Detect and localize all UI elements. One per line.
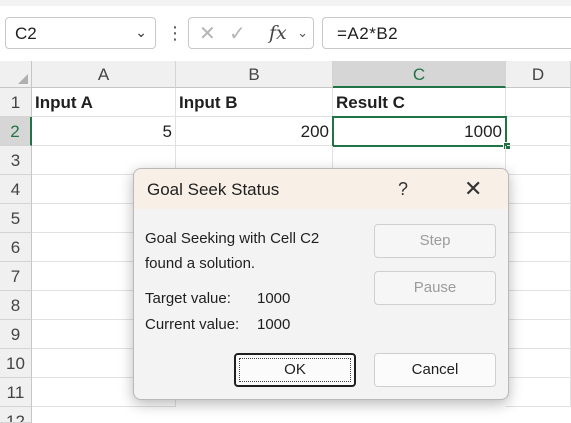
pause-button[interactable]: Pause (374, 271, 496, 305)
cell-d7[interactable] (506, 262, 571, 291)
current-value-row: Current value: 1000 (145, 316, 290, 333)
row-header-1[interactable]: 1 (0, 88, 32, 117)
chevron-down-icon[interactable]: ⌄ (297, 25, 308, 41)
formula-bar-area: C2 ⌄ ⋮ ✕ ✓ fx ⌄ =A2*B2 (0, 0, 571, 61)
cell-b2[interactable]: 200 (176, 117, 333, 146)
row-header-11[interactable]: 11 (0, 378, 32, 407)
more-options-icon[interactable]: ⋮ (166, 18, 184, 48)
enter-entry-icon[interactable]: ✓ (229, 21, 246, 46)
row-header-4[interactable]: 4 (0, 175, 32, 204)
cell-a2[interactable]: 5 (32, 117, 176, 146)
select-all-icon (18, 74, 28, 84)
focus-ring (239, 358, 351, 382)
row-header-2[interactable]: 2 (0, 117, 32, 146)
cell-d3[interactable] (506, 146, 571, 175)
cell-c2[interactable]: 1000 (332, 116, 507, 147)
help-icon[interactable]: ? (398, 179, 408, 200)
goal-seek-status-dialog: Goal Seek Status ? ✕ Goal Seeking with C… (133, 168, 509, 400)
row-header-9[interactable]: 9 (0, 320, 32, 349)
cell-d4[interactable] (506, 175, 571, 204)
formula-input[interactable]: =A2*B2 (322, 17, 571, 49)
cell-d6[interactable] (506, 233, 571, 262)
cell-d1[interactable] (506, 88, 571, 117)
row-header-8[interactable]: 8 (0, 291, 32, 320)
status-message-line-2: found a solution. (145, 255, 256, 272)
column-header-c[interactable]: C (333, 61, 506, 88)
row-header-5[interactable]: 5 (0, 204, 32, 233)
cancel-entry-icon[interactable]: ✕ (199, 21, 216, 46)
target-value: 1000 (257, 290, 291, 307)
insert-function-icon[interactable]: fx (269, 22, 287, 44)
cell-d11[interactable] (506, 378, 571, 407)
ribbon-edge (0, 0, 571, 6)
cell-d8[interactable] (506, 291, 571, 320)
cell-a1[interactable]: Input A (32, 88, 176, 117)
dialog-title-bar[interactable]: Goal Seek Status ? ✕ (134, 169, 508, 209)
column-header-a[interactable]: A (32, 61, 176, 88)
select-all-button[interactable] (0, 61, 32, 88)
row-header-7[interactable]: 7 (0, 262, 32, 291)
row-header-3[interactable]: 3 (0, 146, 32, 175)
row-header-12[interactable]: 12 (0, 407, 32, 423)
cell-d5[interactable] (506, 204, 571, 233)
ok-button[interactable]: OK (234, 353, 356, 387)
cell-b1[interactable]: Input B (176, 88, 333, 117)
status-message-line-1: Goal Seeking with Cell C2 (145, 230, 320, 247)
column-header-b[interactable]: B (176, 61, 333, 88)
current-value: 1000 (257, 316, 291, 333)
formula-actions: ✕ ✓ fx ⌄ (188, 17, 314, 49)
close-icon[interactable]: ✕ (464, 176, 482, 202)
row-header-10[interactable]: 10 (0, 349, 32, 378)
chevron-down-icon[interactable]: ⌄ (135, 24, 147, 41)
step-button[interactable]: Step (374, 224, 496, 258)
formula-text: =A2*B2 (337, 24, 399, 43)
name-box[interactable]: C2 ⌄ (5, 17, 156, 49)
dialog-title: Goal Seek Status (147, 180, 280, 199)
target-value-label: Target value: (145, 290, 231, 307)
name-box-value: C2 (15, 24, 37, 43)
cell-c1[interactable]: Result C (333, 88, 506, 117)
column-header-d[interactable]: D (506, 61, 571, 88)
target-value-row: Target value: 1000 (145, 290, 290, 307)
cell-d9[interactable] (506, 320, 571, 349)
cancel-button[interactable]: Cancel (374, 353, 496, 387)
current-value-label: Current value: (145, 316, 240, 333)
row-header-6[interactable]: 6 (0, 233, 32, 262)
status-message: Goal Seeking with Cell C2 found a soluti… (145, 226, 319, 276)
cell-d10[interactable] (506, 349, 571, 378)
cell-d2[interactable] (507, 117, 571, 146)
